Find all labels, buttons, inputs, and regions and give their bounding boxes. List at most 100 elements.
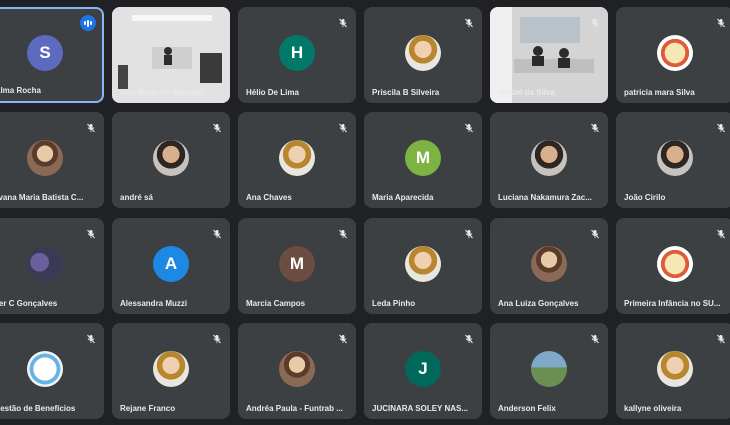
mic-off-icon <box>464 15 474 28</box>
mic-off-icon <box>212 226 222 239</box>
mic-off-icon <box>338 331 348 344</box>
participant-name: ilvana Maria Batista C... <box>0 193 84 202</box>
participant-tile[interactable]: Andréa Paula - Funtrab ... <box>238 323 356 419</box>
avatar-photo <box>405 246 441 283</box>
participant-tile[interactable]: M Marcia Campos <box>238 218 356 314</box>
mic-off-icon <box>464 226 474 239</box>
avatar-photo <box>657 35 693 72</box>
avatar-photo <box>279 351 315 388</box>
participant-name: Primeira Infância no SU... <box>624 299 721 308</box>
mic-off-icon <box>212 120 222 133</box>
participant-name: Priscila B Silveira <box>372 88 440 97</box>
participant-tile[interactable]: Mekiel da Silva <box>490 7 608 103</box>
avatar-photo <box>657 140 693 177</box>
avatar-photo <box>405 35 441 72</box>
participant-tile[interactable]: Luciana Nakamura Zac... <box>490 112 608 208</box>
participant-tile[interactable]: M Maria Aparecida <box>364 112 482 208</box>
participant-name: Marcia Campos <box>246 299 306 308</box>
participant-name: Hélio De Lima <box>246 88 299 97</box>
avatar-photo <box>153 140 189 177</box>
participant-name: andré sá <box>120 193 153 202</box>
avatar-photo <box>27 140 63 177</box>
mic-off-icon <box>590 15 600 28</box>
avatar-initial: A <box>164 254 178 274</box>
participant-tile[interactable]: Salma Rocha <box>0 7 104 103</box>
participant-name: Leda Pinho <box>372 299 416 308</box>
mic-off-icon <box>464 120 474 133</box>
avatar-initial: M <box>415 148 431 168</box>
mic-off-icon <box>338 120 348 133</box>
participant-tile[interactable]: João Cirilo <box>616 112 730 208</box>
avatar-photo <box>657 351 693 388</box>
mic-off-icon <box>716 226 726 239</box>
mic-off-icon <box>716 120 726 133</box>
participant-tile[interactable]: Gestão de Benefícios <box>0 323 104 419</box>
participant-name: patricia mara Silva <box>624 88 695 97</box>
participant-name: Ana Luiza Gonçalves <box>498 299 579 308</box>
participant-tile[interactable]: Priscila B Silveira <box>364 7 482 103</box>
participant-tile[interactable]: Rejane Franco <box>112 323 230 419</box>
participant-grid: Salma Rocha Ana Maria de Almeida H Hélio De… <box>0 0 730 425</box>
mic-off-icon <box>716 15 726 28</box>
participant-name: João Cirilo <box>624 193 666 202</box>
participant-name: Rejane Franco <box>120 404 176 413</box>
avatar-letter: S <box>27 35 63 72</box>
avatar-photo <box>279 140 315 177</box>
avatar-photo <box>27 351 63 388</box>
participant-name: Luciana Nakamura Zac... <box>498 193 592 202</box>
participant-name: Ana Maria de Almeida <box>120 88 203 97</box>
participant-tile[interactable]: Anderson Felix <box>490 323 608 419</box>
participant-tile[interactable]: Leda Pinho <box>364 218 482 314</box>
participant-name: Maria Aparecida <box>372 193 434 202</box>
participant-tile[interactable]: J JUCINARA SOLEY NAS... <box>364 323 482 419</box>
participant-tile[interactable]: patricia mara Silva <box>616 7 730 103</box>
mic-off-icon <box>338 226 348 239</box>
avatar-letter: A <box>153 246 189 283</box>
participant-tile[interactable]: Ana Maria de Almeida <box>112 7 230 103</box>
participant-tile[interactable]: andré sá <box>112 112 230 208</box>
avatar-initial: H <box>290 43 304 63</box>
mic-off-icon <box>86 226 96 239</box>
participant-name: der C Gonçalves <box>0 299 58 308</box>
participant-name: Gestão de Benefícios <box>0 404 76 413</box>
avatar-initial: M <box>289 254 305 274</box>
mic-off-icon <box>590 120 600 133</box>
participant-name: Alessandra Muzzi <box>120 299 188 308</box>
avatar-initial: J <box>418 359 428 379</box>
mic-off-icon <box>590 331 600 344</box>
participant-tile[interactable]: Primeira Infância no SU... <box>616 218 730 314</box>
avatar-letter: H <box>279 35 315 72</box>
avatar-photo <box>531 140 567 177</box>
avatar-photo <box>153 351 189 388</box>
avatar-initial: S <box>39 43 51 63</box>
avatar-letter: M <box>279 246 315 283</box>
participant-tile[interactable]: der C Gonçalves <box>0 218 104 314</box>
avatar-photo <box>657 246 693 283</box>
participant-name: JUCINARA SOLEY NAS... <box>372 404 469 413</box>
participant-tile[interactable]: Ana Chaves <box>238 112 356 208</box>
participant-name: kallyne oliveira <box>624 404 682 413</box>
participant-tile[interactable]: A Alessandra Muzzi <box>112 218 230 314</box>
participant-tile[interactable]: H Hélio De Lima <box>238 7 356 103</box>
participant-tile[interactable]: Ana Luiza Gonçalves <box>490 218 608 314</box>
speaking-indicator-icon <box>80 15 96 31</box>
mic-off-icon <box>212 331 222 344</box>
avatar-letter: M <box>405 140 441 177</box>
avatar-photo <box>531 351 567 388</box>
mic-off-icon <box>590 226 600 239</box>
avatar-photo <box>531 246 567 283</box>
mic-off-icon <box>716 331 726 344</box>
participant-name: Mekiel da Silva <box>498 88 555 97</box>
participant-name: Anderson Felix <box>498 404 556 413</box>
mic-off-icon <box>86 120 96 133</box>
mic-off-icon <box>86 331 96 344</box>
avatar-letter: J <box>405 351 441 388</box>
participant-name: Ana Chaves <box>246 193 292 202</box>
participant-name: Andréa Paula - Funtrab ... <box>246 404 343 413</box>
participant-name: alma Rocha <box>0 86 41 95</box>
participant-tile[interactable]: ilvana Maria Batista C... <box>0 112 104 208</box>
mic-off-icon <box>464 331 474 344</box>
avatar-photo <box>27 246 63 283</box>
participant-tile[interactable]: kallyne oliveira <box>616 323 730 419</box>
mic-off-icon <box>338 15 348 28</box>
